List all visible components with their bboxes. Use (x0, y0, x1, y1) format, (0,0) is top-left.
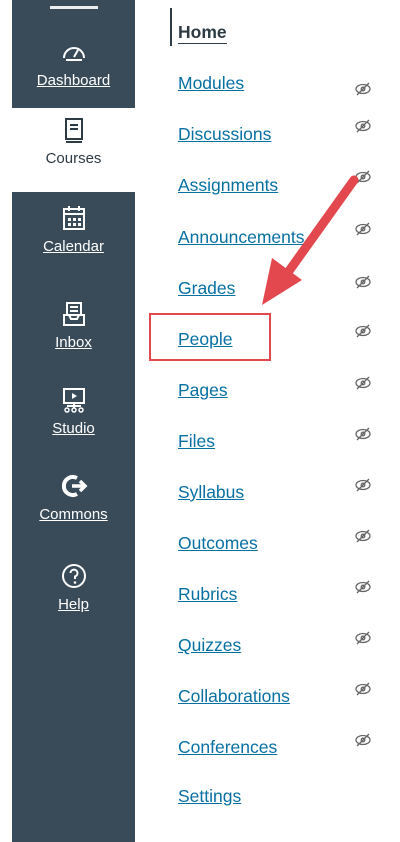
course-nav-grades[interactable]: Grades (178, 278, 235, 299)
course-nav-syllabus[interactable]: Syllabus (178, 482, 244, 503)
nav-item-help[interactable]: Help (12, 562, 135, 624)
left-frame (0, 0, 12, 842)
nav-item-dashboard[interactable]: Dashboard (12, 38, 135, 100)
nav-label: Dashboard (36, 72, 111, 89)
nav-label: Help (58, 596, 89, 613)
global-navigation: Dashboard Courses Calendar Inbox Studio … (12, 0, 135, 842)
course-nav-files[interactable]: Files (178, 431, 215, 452)
dashboard-icon (62, 47, 85, 61)
course-nav-conferences[interactable]: Conferences (178, 737, 277, 758)
course-navigation: Home Modules Discussions Assignments Ann… (170, 0, 400, 842)
nav-label: Studio (52, 420, 95, 437)
nav-item-studio[interactable]: Studio (12, 386, 135, 448)
help-icon (61, 564, 86, 588)
eye-slash-icon (355, 82, 371, 96)
course-nav-home[interactable]: Home (178, 22, 227, 44)
nav-item-commons[interactable]: Commons (12, 472, 135, 534)
nav-item-calendar[interactable]: Calendar (12, 204, 135, 274)
course-nav-outcomes[interactable]: Outcomes (178, 533, 258, 554)
nav-label: Calendar (43, 238, 104, 255)
nav-item-inbox[interactable]: Inbox (12, 300, 135, 362)
eye-slash-icon (355, 682, 371, 696)
eye-slash-icon (355, 580, 371, 594)
eye-slash-icon (355, 529, 371, 543)
eye-slash-icon (355, 376, 371, 390)
nav-item-courses[interactable]: Courses (12, 108, 135, 192)
nav-top-edge (50, 0, 98, 9)
course-nav-discussions[interactable]: Discussions (178, 124, 271, 145)
nav-label: Inbox (55, 334, 92, 351)
course-nav-rubrics[interactable]: Rubrics (178, 584, 237, 605)
eye-slash-icon (355, 478, 371, 492)
course-nav-pages[interactable]: Pages (178, 380, 228, 401)
people-highlight-box (149, 313, 271, 361)
calendar-icon (62, 206, 85, 230)
course-nav-modules[interactable]: Modules (178, 73, 244, 94)
book-icon (64, 118, 83, 143)
course-nav-quizzes[interactable]: Quizzes (178, 635, 241, 656)
nav-label: Courses (45, 150, 102, 167)
nav-label: Commons (39, 506, 108, 523)
eye-slash-icon (355, 631, 371, 645)
commons-icon (61, 475, 87, 497)
course-nav-collaborations[interactable]: Collaborations (178, 686, 290, 707)
inbox-icon (62, 302, 85, 326)
red-arrow-annotation (262, 175, 359, 305)
eye-slash-icon (355, 733, 371, 747)
studio-icon (62, 388, 85, 413)
eye-slash-icon (355, 119, 371, 133)
course-nav-settings[interactable]: Settings (178, 786, 241, 807)
eye-slash-icon (355, 324, 371, 338)
eye-slash-icon (355, 427, 371, 441)
current-item-indicator (170, 8, 172, 46)
